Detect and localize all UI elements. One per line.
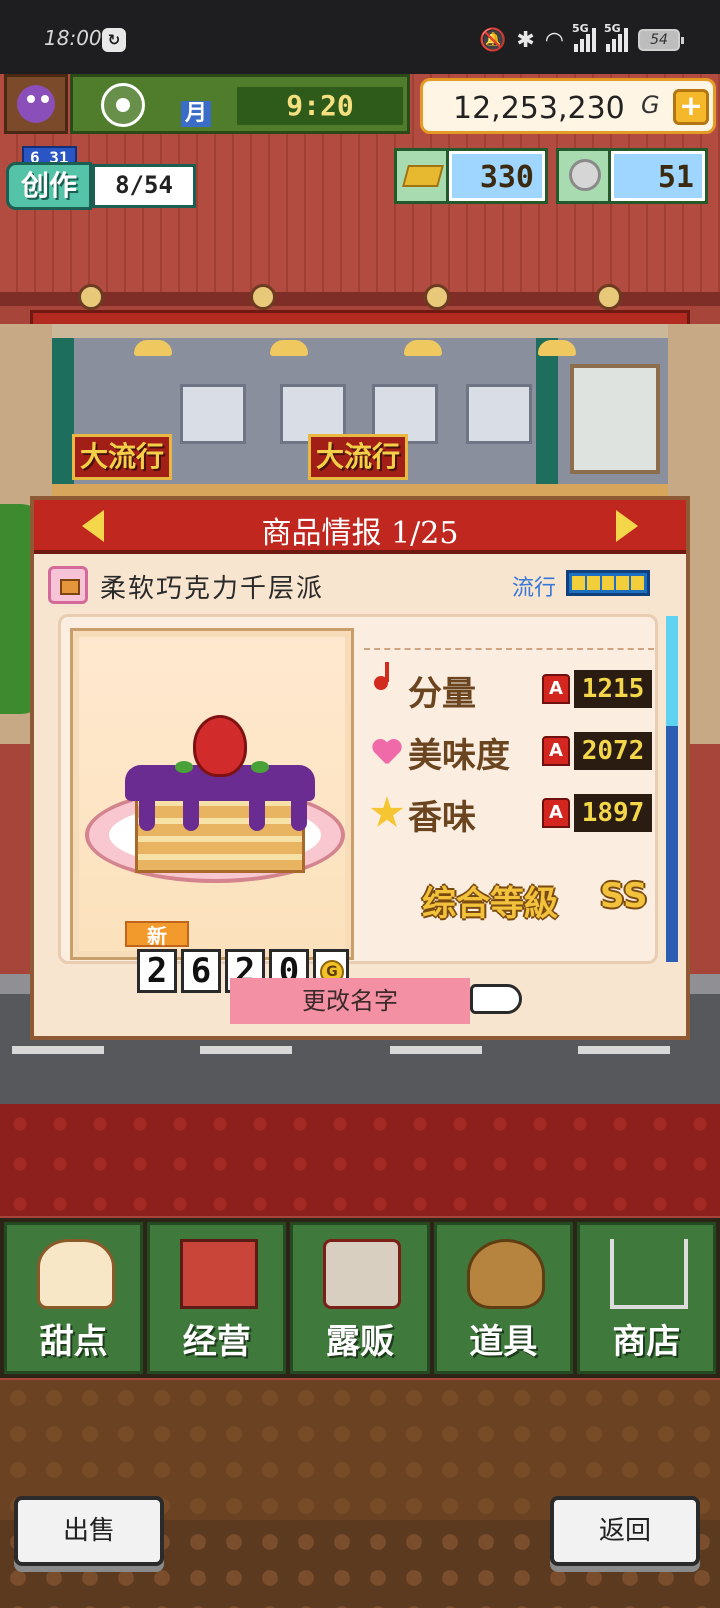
dialog-header: 商品情报 1/25 [34,500,686,554]
trend-banner-left: 大流行 [72,434,172,480]
menu-desserts[interactable]: 甜点 [4,1222,144,1374]
create-count: 8/54 [92,164,196,208]
gold-bar-count: 330 [449,151,545,201]
stat-value: 2072 [574,732,652,770]
month-label: 月 [181,101,212,127]
stat-value: 1215 [574,670,652,708]
bottom-menu: 甜点 经营 露贩 道具 商店 [0,1218,720,1378]
stat-taste: 美味度 A 2072 [364,722,654,782]
stat-volume: 分量 A 1215 [364,660,654,720]
items-bag-icon [466,1239,545,1309]
trend-label: 流行 [512,576,557,601]
awning-lamp [78,284,104,310]
overall-grade-row: 综合等級 SS [394,868,654,928]
page-indicator: 1/25 [391,516,459,551]
status-bar: 18:00 ↻ 🔕 ✱ ◠ 5G 5G 54 [0,0,720,74]
bottom-action-area: 出售 返回 [0,1380,720,1608]
stat-value: 1897 [574,794,652,832]
product-image-frame: 新 2 6 2 0 G [70,628,354,993]
medal-resource: 51 [556,148,708,204]
create-panel[interactable]: 6 31 创作 8/54 [6,146,196,210]
oven [466,384,532,444]
rank-badge: A [542,798,570,828]
awning-lamp [250,284,276,310]
strawberry-icon [193,715,247,777]
star-icon [370,796,404,827]
signal-2-icon: 5G [604,22,628,52]
medal-count: 51 [611,151,705,201]
menu-management[interactable]: 经营 [147,1222,287,1374]
overall-grade-label: 综合等級 [422,884,558,924]
clock-time: 18:00 [44,26,102,50]
detail-scrollbar[interactable] [666,616,678,962]
stat-aroma: 香味 A 1897 [364,784,654,844]
menu-store[interactable]: 商店 [576,1222,717,1374]
clock-dial-icon[interactable] [101,83,145,127]
awning-lamp [596,284,622,310]
battery-icon: 54 [638,29,684,51]
new-badge: 新 [125,921,189,948]
gold-bar-icon [397,151,449,201]
gold-amount: 12,253,230 [453,91,625,126]
food-truck-icon [323,1239,402,1309]
create-button[interactable]: 创作 [6,162,92,210]
next-arrow-icon[interactable] [616,510,638,542]
sell-button[interactable]: 出售 [14,1496,164,1566]
gold-counter: 12,253,230 G + [420,78,716,134]
rename-button[interactable]: 更改名字 [230,978,470,1024]
trend-banner-right: 大流行 [308,434,408,480]
gold-unit: G [641,91,660,119]
product-name-row: 柔软巧克力千层派 流行 [46,562,674,608]
player-avatar[interactable] [4,74,68,134]
product-info-dialog: 商品情报 1/25 柔软巧克力千层派 流行 新 2 6 2 0 G 分量 A 1… [30,496,690,1040]
trend-meter [566,570,650,596]
heart-icon [370,734,400,764]
gold-bar-resource: 330 [394,148,548,204]
music-note-icon [370,662,400,702]
shopping-cart-icon [609,1239,688,1309]
game-time: 9:20 [237,87,403,125]
menu-items[interactable]: 道具 [433,1222,573,1374]
signal-1-icon: 5G [572,22,596,52]
product-name: 柔软巧克力千层派 [100,574,325,604]
shop-icon [180,1239,259,1309]
avatar-face-icon [17,85,55,123]
status-icons: 🔕 ✱ ◠ 5G 5G 54 [478,22,684,56]
game-clock: 月 9:20 [70,74,410,134]
pointing-hand-icon [470,984,522,1014]
back-button[interactable]: 返回 [550,1496,700,1566]
mute-bell-icon: 🔕 [478,27,507,53]
app-notification-icon: ↻ [102,28,126,52]
cake-icon [37,1239,115,1309]
oven [180,384,246,444]
game-screen: 大流行 大流行 月 9:20 12,253,230 G + 6 31 创作 8/… [0,74,720,1608]
medal-icon [559,151,611,201]
rank-badge: A [542,736,570,766]
pastry-icon [48,566,88,604]
wifi-icon: ◠ [544,27,564,53]
stats-list: 分量 A 1215 美味度 A 2072 香味 A 1897 [364,648,654,854]
menu-food-truck[interactable]: 露贩 [290,1222,430,1374]
overall-grade-value: SS [600,876,648,916]
rank-badge: A [542,674,570,704]
add-gold-button[interactable]: + [673,89,709,125]
dialog-title: 商品情报 1/25 [261,516,459,551]
awning-lamp [424,284,450,310]
bluetooth-icon: ✱ [516,27,535,53]
